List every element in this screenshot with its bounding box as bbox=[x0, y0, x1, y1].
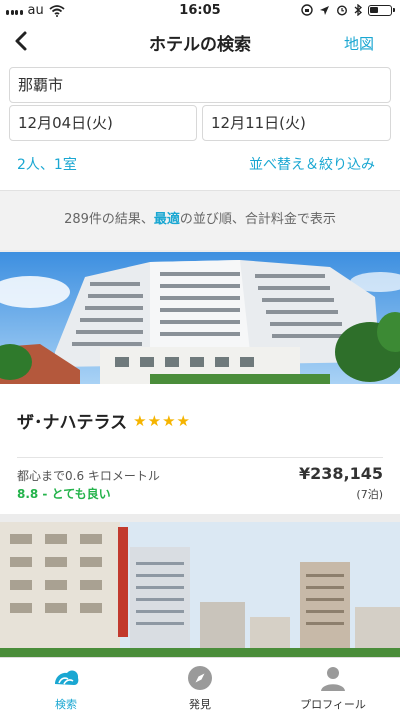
checkout-date-field[interactable]: 12月11日(火) bbox=[202, 105, 391, 141]
hotel-card-2[interactable] bbox=[0, 522, 400, 658]
tab-discover-label: 発見 bbox=[189, 698, 211, 711]
nights-count: (7泊) bbox=[356, 488, 383, 501]
results-summary: 289件の結果、最適の並び順、合計料金で表示 bbox=[0, 190, 400, 250]
guest-rating: 8.8 - とても良い bbox=[17, 487, 111, 501]
location-icon bbox=[320, 5, 329, 15]
checkin-date-field[interactable]: 12月04日(火) bbox=[9, 105, 197, 141]
rotation-lock-icon bbox=[301, 4, 313, 16]
bluetooth-icon bbox=[354, 4, 362, 16]
results-summary-rest: の並び順、合計料金で表示 bbox=[179, 212, 336, 227]
status-right bbox=[301, 4, 395, 16]
battery-icon bbox=[368, 4, 395, 16]
hotel-name-row: ザ･ナハテラス ★★★★ bbox=[17, 408, 191, 434]
hotel-photo bbox=[0, 252, 400, 384]
compass-icon bbox=[188, 666, 212, 690]
tab-search-label: 検索 bbox=[55, 698, 77, 711]
map-button[interactable]: 地図 bbox=[344, 33, 374, 54]
status-bar: au 16:05 bbox=[0, 0, 400, 22]
page-title: ホテルの検索 bbox=[149, 35, 251, 55]
alarm-icon bbox=[336, 5, 348, 16]
profile-icon bbox=[321, 667, 345, 691]
star-rating: ★★★★ bbox=[133, 411, 191, 430]
hotel-card[interactable]: ザ･ナハテラス ★★★★ 都心まで0.6 キロメートル 8.8 - とても良い … bbox=[0, 252, 400, 514]
tab-profile-label: プロフィール bbox=[300, 698, 366, 711]
sort-filter-button[interactable]: 並べ替え＆絞り込み bbox=[249, 154, 375, 174]
tab-bar: 検索 発見 プロフィール bbox=[0, 657, 400, 711]
distance-to-center: 都心まで0.6 キロメートル bbox=[17, 469, 160, 483]
sort-order-name: 最適 bbox=[153, 212, 180, 227]
hotel-name: ザ･ナハテラス bbox=[17, 413, 128, 433]
divider bbox=[17, 457, 383, 458]
guests-rooms-button[interactable]: 2人、1室 bbox=[17, 154, 77, 174]
total-price: ¥238,145 bbox=[298, 464, 383, 483]
results-count: 289件の結果、 bbox=[64, 212, 154, 227]
search-icon bbox=[55, 670, 79, 685]
destination-field[interactable]: 那覇市 bbox=[9, 67, 391, 103]
nav-bar: ホテルの検索 地図 bbox=[0, 22, 400, 62]
hotel-photo-2 bbox=[0, 522, 400, 658]
search-panel: 那覇市 12月04日(火) 12月11日(火) 2人、1室 並べ替え＆絞り込み bbox=[0, 62, 400, 190]
